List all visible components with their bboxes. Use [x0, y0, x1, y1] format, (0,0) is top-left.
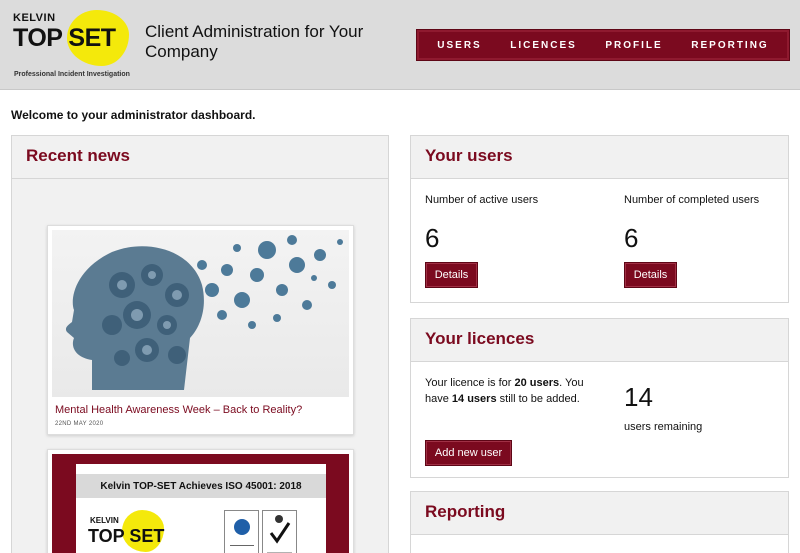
news-card[interactable]: Mental Health Awareness Week – Back to R…: [47, 225, 354, 435]
remaining-licences-value: 14: [624, 382, 653, 412]
head-gears-illustration: [65, 235, 343, 390]
completed-users-details-button[interactable]: Details: [624, 262, 677, 288]
your-users-body: Number of active users 6 Details Number …: [411, 179, 788, 302]
add-new-user-button[interactable]: Add new user: [425, 440, 512, 466]
ukas-certification-icon: [262, 510, 297, 553]
news-image-iso[interactable]: Kelvin TOP-SET Achieves ISO 45001: 2018 …: [52, 454, 349, 553]
your-users-panel: Your users Number of active users 6 Deta…: [410, 135, 789, 303]
iso-banner: Kelvin TOP-SET Achieves ISO 45001: 2018: [76, 474, 326, 498]
nav-users[interactable]: USERS: [437, 40, 481, 51]
recent-news-header: Recent news: [12, 136, 388, 179]
iso-logo-wordmark: TOP SET: [88, 526, 165, 546]
welcome-text: Welcome to your administrator dashboard.: [11, 108, 256, 122]
recent-news-panel: Recent news Mental Health Awareness Week…: [11, 135, 389, 553]
reporting-body: [411, 535, 788, 553]
nav-licences[interactable]: LICENCES: [510, 40, 577, 51]
active-users-label: Number of active users: [425, 194, 539, 206]
iso-logo-kelvin: KELVIN: [90, 516, 119, 525]
nav-profile[interactable]: PROFILE: [605, 40, 662, 51]
active-users-details-button[interactable]: Details: [425, 262, 478, 288]
reporting-title: Reporting: [425, 502, 506, 521]
your-licences-header: Your licences: [411, 319, 788, 362]
reporting-header: Reporting: [411, 492, 788, 535]
your-users-header: Your users: [411, 136, 788, 179]
main-nav: USERS LICENCES PROFILE REPORTING: [416, 29, 790, 61]
iso-announcement-graphic: Kelvin TOP-SET Achieves ISO 45001: 2018 …: [76, 464, 326, 553]
active-users-value: 6: [425, 223, 440, 253]
news-image-head-gears[interactable]: [52, 230, 349, 397]
nav-reporting[interactable]: REPORTING: [691, 40, 768, 51]
news-title-link[interactable]: Mental Health Awareness Week – Back to R…: [55, 404, 302, 416]
site-header: KELVIN TOP SET Professional Incident Inv…: [0, 0, 800, 90]
logo-tagline: Professional Incident Investigation: [14, 71, 130, 78]
your-users-title: Your users: [425, 146, 513, 165]
licence-summary-text: Your licence is for 20 users. You have 1…: [425, 377, 584, 405]
news-card[interactable]: Kelvin TOP-SET Achieves ISO 45001: 2018 …: [47, 449, 354, 553]
logo-kelvin-text: KELVIN: [13, 12, 56, 24]
completed-users-label: Number of completed users: [624, 194, 760, 206]
kelvin-topset-logo[interactable]: KELVIN TOP SET Professional Incident Inv…: [13, 10, 131, 80]
logo-wordmark: TOP SET: [13, 24, 116, 52]
news-date: 22ND MAY 2020: [55, 421, 104, 427]
app-title: Client Administration for Your Company: [145, 22, 364, 61]
remaining-licences-label: users remaining: [624, 421, 703, 433]
nqa-certification-icon: [224, 510, 259, 553]
your-licences-title: Your licences: [425, 329, 535, 348]
your-licences-body: Your licence is for 20 users. You have 1…: [411, 362, 788, 477]
your-licences-panel: Your licences Your licence is for 20 use…: [410, 318, 789, 478]
reporting-panel: Reporting: [410, 491, 789, 553]
recent-news-title: Recent news: [26, 146, 130, 165]
completed-users-value: 6: [624, 223, 639, 253]
